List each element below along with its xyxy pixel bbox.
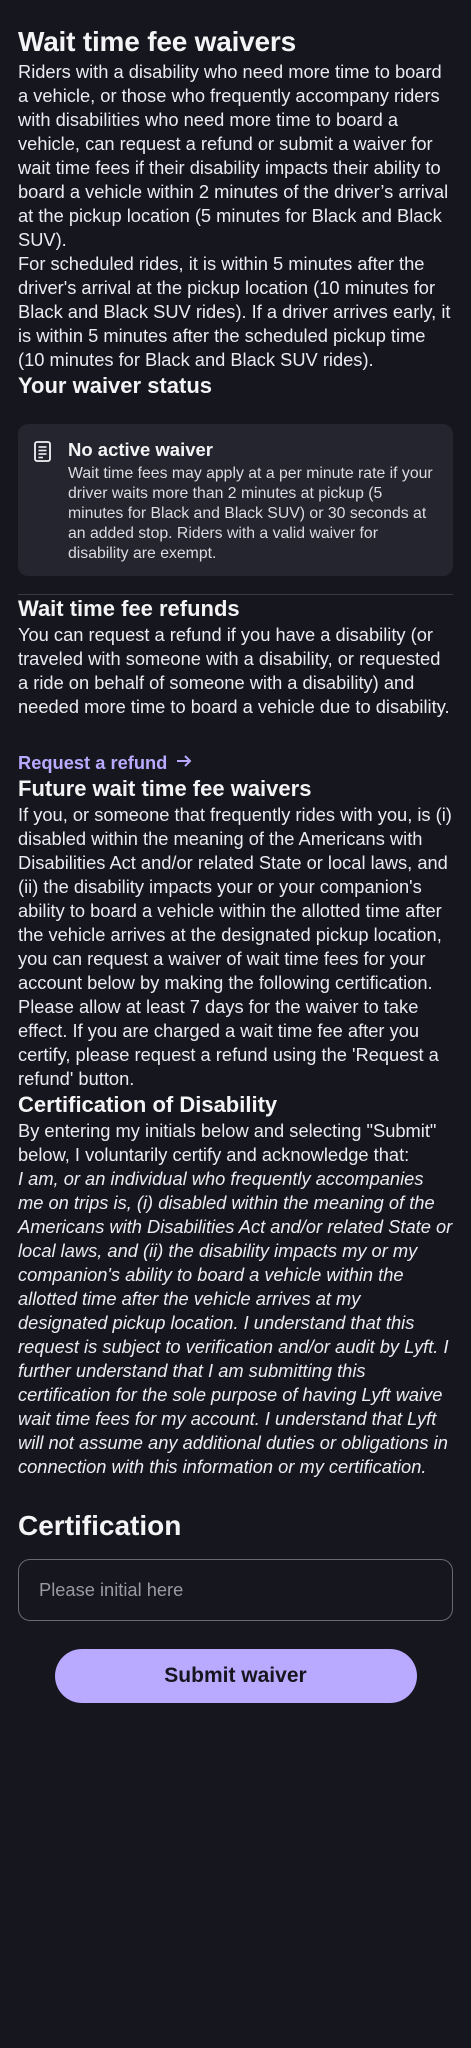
- refund-link-row: Request a refund: [18, 751, 453, 775]
- certification-heading: Certification: [18, 1510, 182, 1541]
- submit-row: Submit waiver: [18, 1649, 453, 1703]
- waiver-status-heading: Your waiver status: [18, 373, 212, 398]
- page-title: Wait time fee waivers: [18, 26, 296, 57]
- arrow-right-icon: [175, 751, 193, 775]
- waiver-status-title: No active waiver: [68, 439, 213, 460]
- intro-paragraph-1: Riders with a disability who need more t…: [18, 61, 449, 250]
- submit-waiver-button[interactable]: Submit waiver: [54, 1649, 417, 1703]
- intro-paragraph-2: For scheduled rides, it is within 5 minu…: [18, 253, 451, 370]
- certification-of-disability-heading: Certification of Disability: [18, 1092, 278, 1117]
- certification-statement: I am, or an individual who frequently ac…: [18, 1168, 453, 1477]
- request-refund-label: Request a refund: [18, 752, 168, 773]
- waiver-status-content: No active waiver Wait time fees may appl…: [68, 438, 439, 564]
- future-waivers-paragraph-2: Please allow at least 7 days for the wai…: [18, 996, 439, 1089]
- initials-field[interactable]: [18, 1559, 453, 1621]
- certification-intro: By entering my initials below and select…: [18, 1120, 437, 1165]
- future-waivers-heading: Future wait time fee waivers: [18, 776, 312, 801]
- waiver-status-card: No active waiver Wait time fees may appl…: [18, 424, 453, 576]
- waiver-status-text: Wait time fees may apply at a per minute…: [68, 465, 433, 562]
- initials-input[interactable]: [37, 1578, 434, 1602]
- refunds-text: You can request a refund if you have a d…: [18, 624, 450, 717]
- document-icon: [32, 438, 54, 564]
- refunds-heading: Wait time fee refunds: [18, 596, 240, 621]
- request-refund-link[interactable]: Request a refund: [18, 751, 193, 775]
- future-waivers-paragraph-1: If you, or someone that frequently rides…: [18, 804, 452, 993]
- page: Wait time fee waivers Riders with a disa…: [0, 0, 471, 1703]
